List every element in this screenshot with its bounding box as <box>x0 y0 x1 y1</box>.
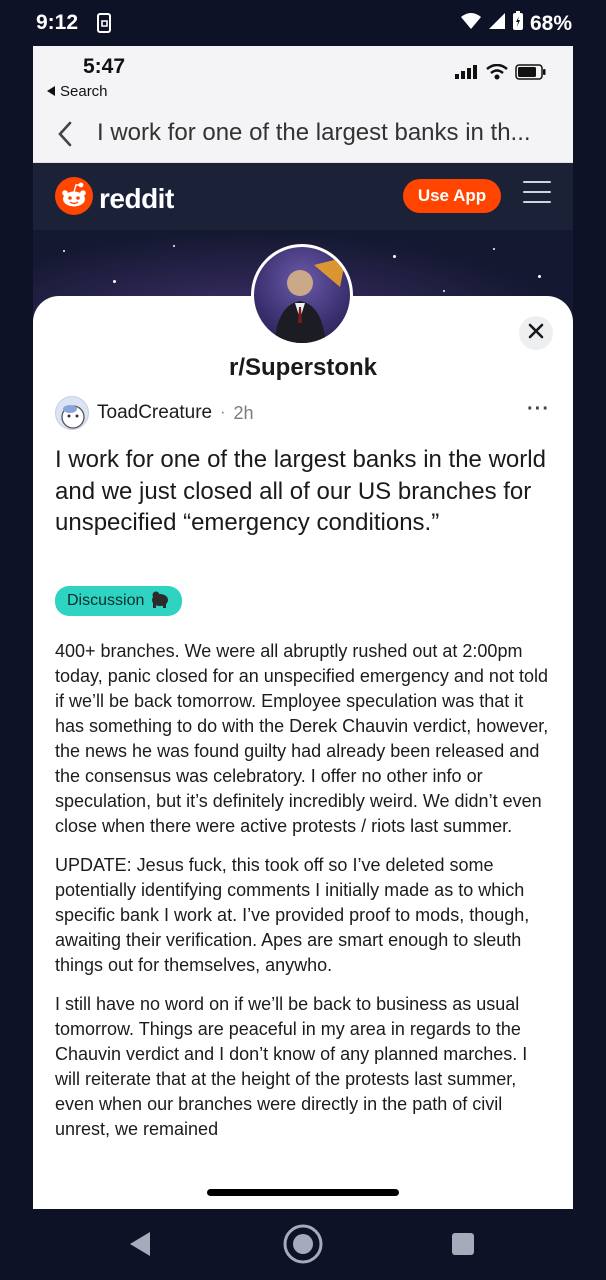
ios-status-bar: 5:47 Search <box>33 46 573 106</box>
wifi-icon <box>486 63 508 85</box>
home-nav-icon[interactable] <box>282 1223 324 1270</box>
recent-apps-icon[interactable] <box>452 1233 474 1255</box>
post-paragraph: 400+ branches. We were all abruptly rush… <box>55 641 549 836</box>
author-avatar[interactable] <box>55 396 89 430</box>
reddit-header: reddit Use App <box>33 163 573 230</box>
close-icon <box>528 323 544 344</box>
ios-clock: 5:47 <box>83 55 126 78</box>
android-status-bar: 9:12 68% <box>0 0 606 46</box>
post-flair[interactable]: Discussion <box>55 586 183 616</box>
wifi-icon <box>460 12 482 35</box>
reddit-snoo-icon <box>55 177 93 220</box>
more-options-icon[interactable]: ··· <box>527 398 550 421</box>
subreddit-avatar[interactable] <box>251 244 353 346</box>
chevron-left-icon[interactable] <box>57 120 73 153</box>
flair-label: Discussion <box>67 592 145 609</box>
reddit-logo[interactable]: reddit <box>55 177 174 220</box>
android-clock: 9:12 <box>36 11 79 34</box>
post-body: 400+ branches. We were all abruptly rush… <box>55 639 555 1156</box>
post-paragraph: I still have no word on if we’ll be back… <box>55 994 528 1139</box>
battery-percent: 68% <box>529 11 572 35</box>
close-button[interactable] <box>519 316 553 350</box>
post-age: 2h <box>233 402 254 423</box>
page-title: I work for one of the largest banks in t… <box>97 119 531 146</box>
use-app-button[interactable]: Use App <box>403 179 501 213</box>
screenshot-notification-icon <box>96 13 114 38</box>
battery-charging-icon <box>512 11 524 36</box>
ios-home-indicator[interactable] <box>207 1189 399 1196</box>
subreddit-name[interactable]: r/Superstonk <box>33 354 573 382</box>
back-triangle-icon <box>47 83 56 100</box>
post-title: I work for one of the largest banks in t… <box>55 446 546 536</box>
reddit-wordmark: reddit <box>99 182 174 214</box>
signal-bars-icon <box>455 65 479 84</box>
back-to-search-label: Search <box>60 83 108 100</box>
meta-separator: · <box>220 404 226 421</box>
gorilla-emoji-icon <box>150 590 170 613</box>
cell-signal-icon <box>488 12 506 35</box>
embedded-screenshot: 5:47 Search I work for one of the larges… <box>33 46 573 1209</box>
post-author-row: ToadCreature · 2h <box>55 396 253 430</box>
back-to-search[interactable]: Search <box>47 83 108 100</box>
android-nav-bar <box>0 1209 606 1280</box>
post-paragraph: UPDATE: Jesus fuck, this took off so I’v… <box>55 855 530 975</box>
back-nav-icon[interactable] <box>128 1231 152 1262</box>
battery-icon <box>515 64 547 85</box>
author-name[interactable]: ToadCreature <box>97 402 212 424</box>
menu-icon[interactable] <box>523 181 551 211</box>
page-title-bar: I work for one of the largest banks in t… <box>33 106 573 163</box>
